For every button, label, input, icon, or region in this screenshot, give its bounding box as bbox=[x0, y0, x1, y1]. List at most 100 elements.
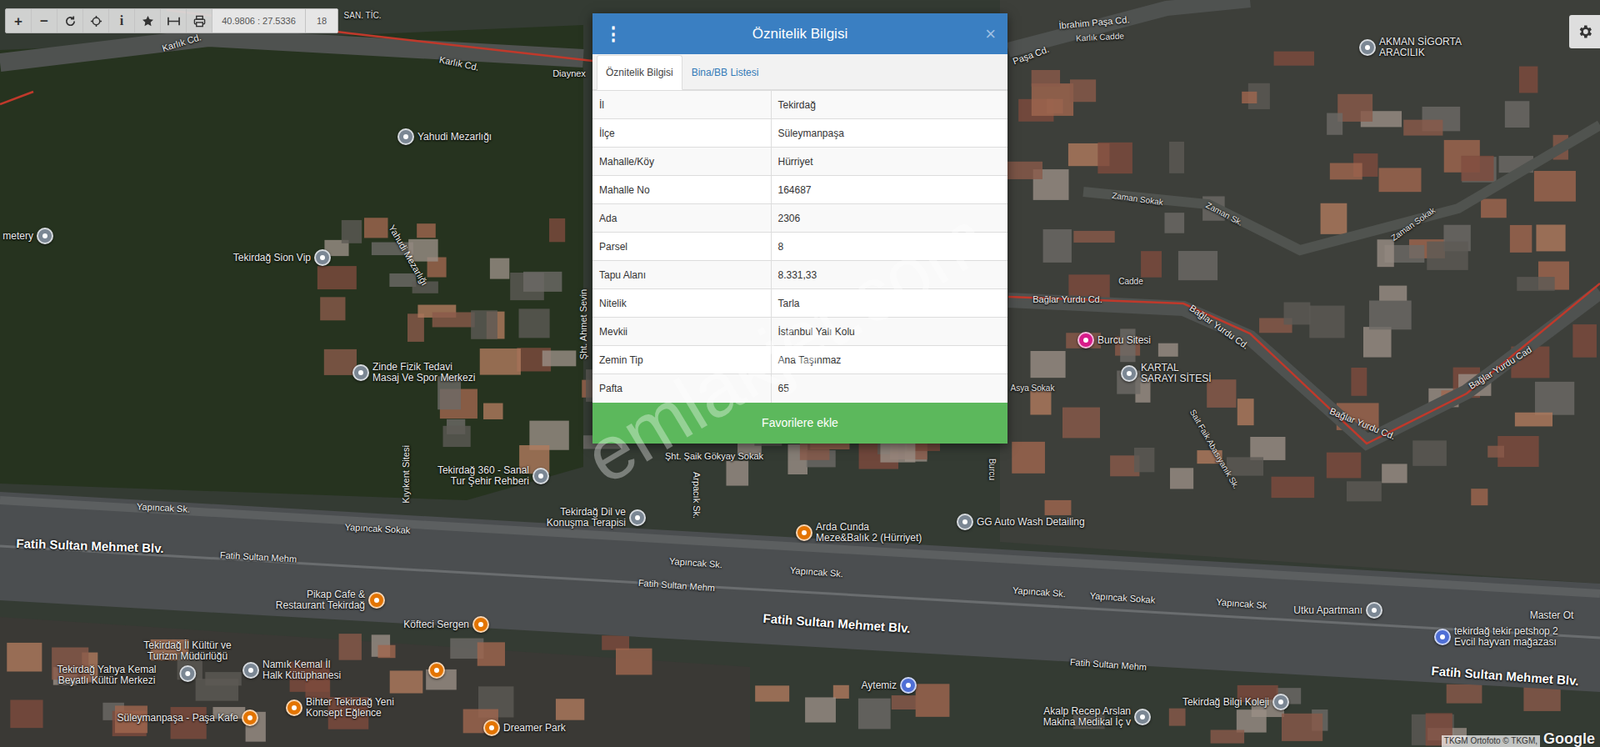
map-place[interactable]: Zinde Fizik TedaviMasaj Ve Spor Merkezi bbox=[352, 361, 475, 384]
place-label: Tekirdağ Dil veKonuşma Terapisi bbox=[546, 506, 626, 529]
place-pin-icon[interactable] bbox=[241, 709, 259, 726]
table-row: Zemin TipAna Taşınmaz bbox=[592, 345, 1008, 375]
zoom-out-button[interactable]: − bbox=[31, 9, 58, 33]
place-label-line: Tekirdağ Dil ve bbox=[560, 506, 626, 518]
map-place[interactable]: Tekirdağ İl Kültür veTurizm Müdürlüğü bbox=[143, 640, 231, 682]
map-place[interactable]: tekirdağ tekir petshop 2Evcil hayvan mağ… bbox=[1434, 625, 1559, 648]
place-label-line: Utku Apartmanı bbox=[1293, 605, 1363, 616]
street-label: Şht. Ahmet Sevin bbox=[577, 289, 590, 360]
pin-dot bbox=[403, 134, 409, 140]
pin-dot bbox=[962, 519, 968, 525]
place-pin-icon[interactable] bbox=[36, 227, 54, 245]
place-label-line: Halk Kütüphanesi bbox=[262, 670, 341, 681]
street-label: Asya Sokak bbox=[1010, 382, 1055, 395]
row-value: Tarla bbox=[770, 289, 1008, 318]
place-label: Süleymanpaşa - Paşa Kafe bbox=[117, 712, 239, 724]
place-label-line: Evcil hayvan mağazası bbox=[1454, 636, 1557, 648]
map-place[interactable]: Dreamer Park bbox=[483, 719, 566, 736]
locate-button[interactable] bbox=[83, 9, 110, 33]
street-label: Diaynex bbox=[552, 67, 586, 80]
place-pin-icon[interactable] bbox=[1434, 628, 1451, 645]
place-pin-icon[interactable] bbox=[1120, 365, 1138, 382]
tab[interactable]: Bina/BB Listesi bbox=[682, 55, 769, 90]
map-place[interactable]: Tekirdağ Dil veKonuşma Terapisi bbox=[546, 506, 646, 529]
zoom-level: 18 bbox=[305, 9, 338, 33]
map-place[interactable]: Master Ot bbox=[1530, 610, 1575, 621]
settings-button[interactable] bbox=[1569, 15, 1600, 49]
place-pin-icon[interactable] bbox=[1365, 601, 1383, 619]
row-label: Zemin Tip bbox=[592, 345, 771, 375]
map-place[interactable]: Namık Kemal İlHalk Kütüphanesi bbox=[242, 659, 341, 681]
map-place[interactable]: Aytemiz bbox=[861, 676, 917, 694]
place-pin-icon[interactable] bbox=[1272, 693, 1290, 710]
map-place[interactable]: Pikap Cafe &Restaurant Tekirdağ bbox=[275, 589, 385, 611]
place-pin-icon[interactable] bbox=[483, 719, 500, 736]
info-button[interactable]: i bbox=[109, 9, 135, 33]
map-place[interactable]: Tekirdağ Bilgi Koleji bbox=[1182, 693, 1290, 710]
place-pin-icon[interactable] bbox=[532, 467, 550, 485]
menu-button[interactable]: ⋮ bbox=[604, 25, 621, 44]
coordinates-display: 40.9806 : 27.5336 bbox=[212, 9, 306, 33]
place-pin-icon[interactable] bbox=[629, 509, 646, 526]
row-value: Süleymanpaşa bbox=[770, 119, 1008, 148]
row-value: 164687 bbox=[770, 175, 1008, 205]
place-pin-icon[interactable] bbox=[352, 364, 370, 381]
place-pin-icon[interactable] bbox=[795, 524, 813, 541]
map-place[interactable]: Arda CundaMeze&Balık 2 (Hürriyet) bbox=[795, 521, 922, 544]
place-pin-icon[interactable] bbox=[242, 661, 260, 679]
table-row: Tapu Alanı8.331,33 bbox=[592, 260, 1008, 290]
pin-dot bbox=[434, 667, 440, 673]
row-label: İlçe bbox=[592, 119, 771, 148]
place-pin-icon[interactable] bbox=[956, 513, 974, 530]
favorites-button[interactable]: Favorilere ekle bbox=[592, 402, 1008, 444]
map-place[interactable]: metery bbox=[2, 227, 54, 245]
place-pin-icon[interactable] bbox=[179, 665, 196, 682]
place-pin-icon[interactable] bbox=[1077, 331, 1095, 349]
pin-dot bbox=[320, 255, 325, 260]
place-label-line: Bihter Tekirdağ Yeni bbox=[305, 696, 395, 708]
place-pin-icon[interactable] bbox=[900, 676, 917, 694]
place-label-line: Tekirdağ İl Kültür ve bbox=[143, 640, 231, 651]
map-place[interactable]: Köfteci Sergen bbox=[403, 615, 490, 633]
measure-button[interactable] bbox=[160, 9, 187, 33]
close-button[interactable]: × bbox=[979, 25, 996, 44]
map-place[interactable]: Burcu Sitesi bbox=[1077, 331, 1151, 349]
favorites-button[interactable] bbox=[135, 9, 161, 33]
place-label-line: Masaj Ve Spor Merkezi bbox=[372, 372, 475, 384]
tab[interactable]: Öznitelik Bilgisi bbox=[596, 55, 683, 90]
place-pin-icon[interactable] bbox=[285, 699, 303, 716]
place-label: Tekirdağ 360 - SanalTur Şehir Rehberi bbox=[437, 465, 530, 487]
map-place[interactable]: Tekirdağ 360 - SanalTur Şehir Rehberi bbox=[437, 465, 550, 487]
refresh-button[interactable] bbox=[57, 9, 84, 33]
pin-dot bbox=[185, 670, 190, 676]
place-pin-icon[interactable] bbox=[314, 249, 331, 266]
map-place[interactable]: Tekirdağ Sion Vip bbox=[233, 249, 331, 266]
map-place[interactable]: AKMAN SİGORTAARACILIK bbox=[1359, 36, 1462, 59]
dialog-title: Öznitelik Bilgisi bbox=[620, 23, 980, 45]
map-place[interactable]: Akalp Recep ArslanMakina Medikal İç v bbox=[1043, 705, 1151, 728]
place-pin-icon[interactable] bbox=[1134, 708, 1151, 725]
map-place[interactable]: Utku Apartmanı bbox=[1293, 601, 1383, 619]
place-pin-icon[interactable] bbox=[428, 661, 445, 679]
map-place[interactable]: GG Auto Wash Detailing bbox=[956, 513, 1085, 530]
map[interactable]: Karlık Cd.Karlık Cd.Yahudi MezarlığıŞht.… bbox=[0, 0, 1600, 747]
print-button[interactable] bbox=[186, 9, 213, 33]
place-pin-icon[interactable] bbox=[397, 128, 415, 145]
row-value: 2306 bbox=[770, 204, 1008, 233]
map-place[interactable] bbox=[428, 661, 445, 679]
place-pin-icon[interactable] bbox=[1359, 39, 1376, 56]
map-place[interactable]: Yahudi Mezarlığı bbox=[397, 128, 492, 145]
pin-dot bbox=[1083, 337, 1089, 343]
place-pin-icon[interactable] bbox=[368, 591, 385, 609]
row-label: Ada bbox=[592, 204, 771, 233]
map-place[interactable]: Bihter Tekirdağ YeniKonsept Eğlence bbox=[285, 696, 395, 719]
zoom-in-button[interactable]: + bbox=[5, 9, 32, 33]
place-label: Pikap Cafe &Restaurant Tekirdağ bbox=[275, 589, 365, 611]
map-place[interactable]: KARTALSARAYI SİTESİ bbox=[1120, 362, 1211, 385]
map-place[interactable]: Tekirdağ Yahya KemalBeyatlı Kültür Merke… bbox=[57, 664, 157, 686]
map-place[interactable]: Süleymanpaşa - Paşa Kafe bbox=[117, 709, 259, 726]
place-pin-icon[interactable] bbox=[472, 615, 490, 633]
pin-dot bbox=[905, 682, 911, 688]
table-row: Ada2306 bbox=[592, 204, 1008, 233]
row-value: 8.331,33 bbox=[770, 260, 1008, 290]
